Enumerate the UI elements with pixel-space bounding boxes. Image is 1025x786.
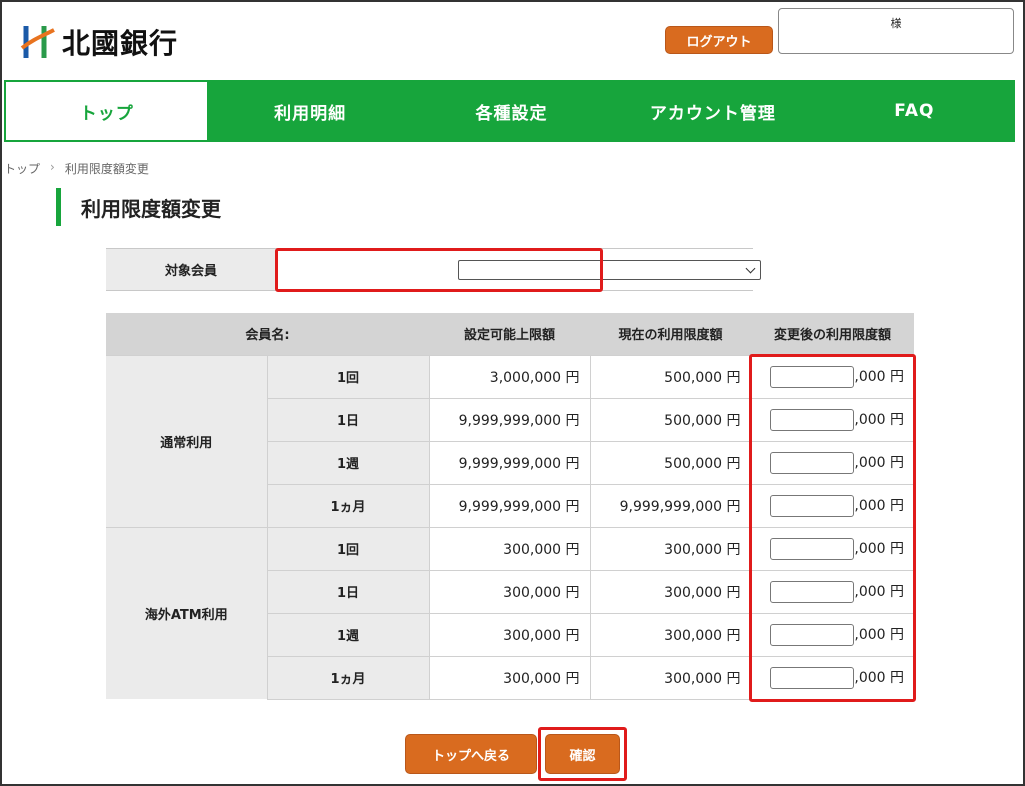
period-label: 1回: [267, 526, 430, 570]
current-limit-value: 300,000 円: [590, 612, 752, 656]
header-max-limit: 設定可能上限額: [429, 313, 590, 355]
period-label: 1ヵ月: [267, 655, 430, 700]
target-member-label: 対象会員: [106, 249, 276, 290]
select-highlight-box: [275, 248, 603, 292]
max-limit-value: 9,999,999,000 円: [429, 483, 591, 527]
breadcrumb-top-link[interactable]: トップ: [4, 160, 40, 177]
user-suffix: 様: [890, 17, 902, 30]
period-label: 1週: [267, 440, 430, 484]
user-name-box: 様: [778, 8, 1014, 54]
table-header-row: 会員名: 設定可能上限額 現在の利用限度額 変更後の利用限度額: [106, 313, 914, 355]
period-label: 1日: [267, 397, 430, 441]
group-normal-use: 通常利用: [106, 354, 268, 527]
max-limit-value: 9,999,999,000 円: [429, 397, 591, 441]
current-limit-value: 9,999,999,000 円: [590, 483, 752, 527]
max-limit-value: 300,000 円: [429, 612, 591, 656]
bank-name: 北國銀行: [62, 27, 179, 60]
period-label: 1ヵ月: [267, 483, 430, 527]
nav-item-account[interactable]: アカウント管理: [612, 80, 813, 142]
new-limit-highlight-box: [749, 354, 916, 702]
chevron-right-icon: ›: [50, 160, 55, 174]
header-new-limit: 変更後の利用限度額: [751, 313, 914, 355]
current-limit-value: 500,000 円: [590, 354, 752, 398]
nav-item-statements[interactable]: 利用明細: [209, 80, 410, 142]
logout-button[interactable]: ログアウト: [665, 26, 773, 54]
nav-item-top[interactable]: トップ: [4, 80, 210, 142]
header-current-limit: 現在の利用限度額: [590, 313, 751, 355]
current-limit-value: 300,000 円: [590, 569, 752, 613]
nav-item-faq[interactable]: FAQ: [814, 80, 1015, 142]
period-label: 1日: [267, 569, 430, 613]
max-limit-value: 9,999,999,000 円: [429, 440, 591, 484]
page-title: 利用限度額変更: [56, 188, 221, 226]
period-label: 1週: [267, 612, 430, 656]
max-limit-value: 300,000 円: [429, 526, 591, 570]
breadcrumb: トップ › 利用限度額変更: [4, 160, 149, 177]
back-to-top-button[interactable]: トップへ戻る: [405, 734, 537, 774]
nav-item-settings[interactable]: 各種設定: [411, 80, 612, 142]
current-limit-value: 500,000 円: [590, 440, 752, 484]
current-limit-value: 300,000 円: [590, 526, 752, 570]
current-limit-value: 300,000 円: [590, 655, 752, 700]
max-limit-value: 300,000 円: [429, 655, 591, 700]
bank-logo-icon: [20, 26, 55, 58]
max-limit-value: 3,000,000 円: [429, 354, 591, 398]
current-limit-value: 500,000 円: [590, 397, 752, 441]
header-member-name: 会員名:: [106, 313, 429, 355]
breadcrumb-current: 利用限度額変更: [64, 162, 149, 176]
confirm-highlight-box: [538, 727, 627, 781]
period-label: 1回: [267, 354, 430, 398]
main-nav: トップ 利用明細 各種設定 アカウント管理 FAQ: [4, 80, 1015, 142]
group-overseas-atm: 海外ATM利用: [106, 526, 268, 699]
bank-logo[interactable]: 北國銀行: [20, 22, 178, 62]
max-limit-value: 300,000 円: [429, 569, 591, 613]
